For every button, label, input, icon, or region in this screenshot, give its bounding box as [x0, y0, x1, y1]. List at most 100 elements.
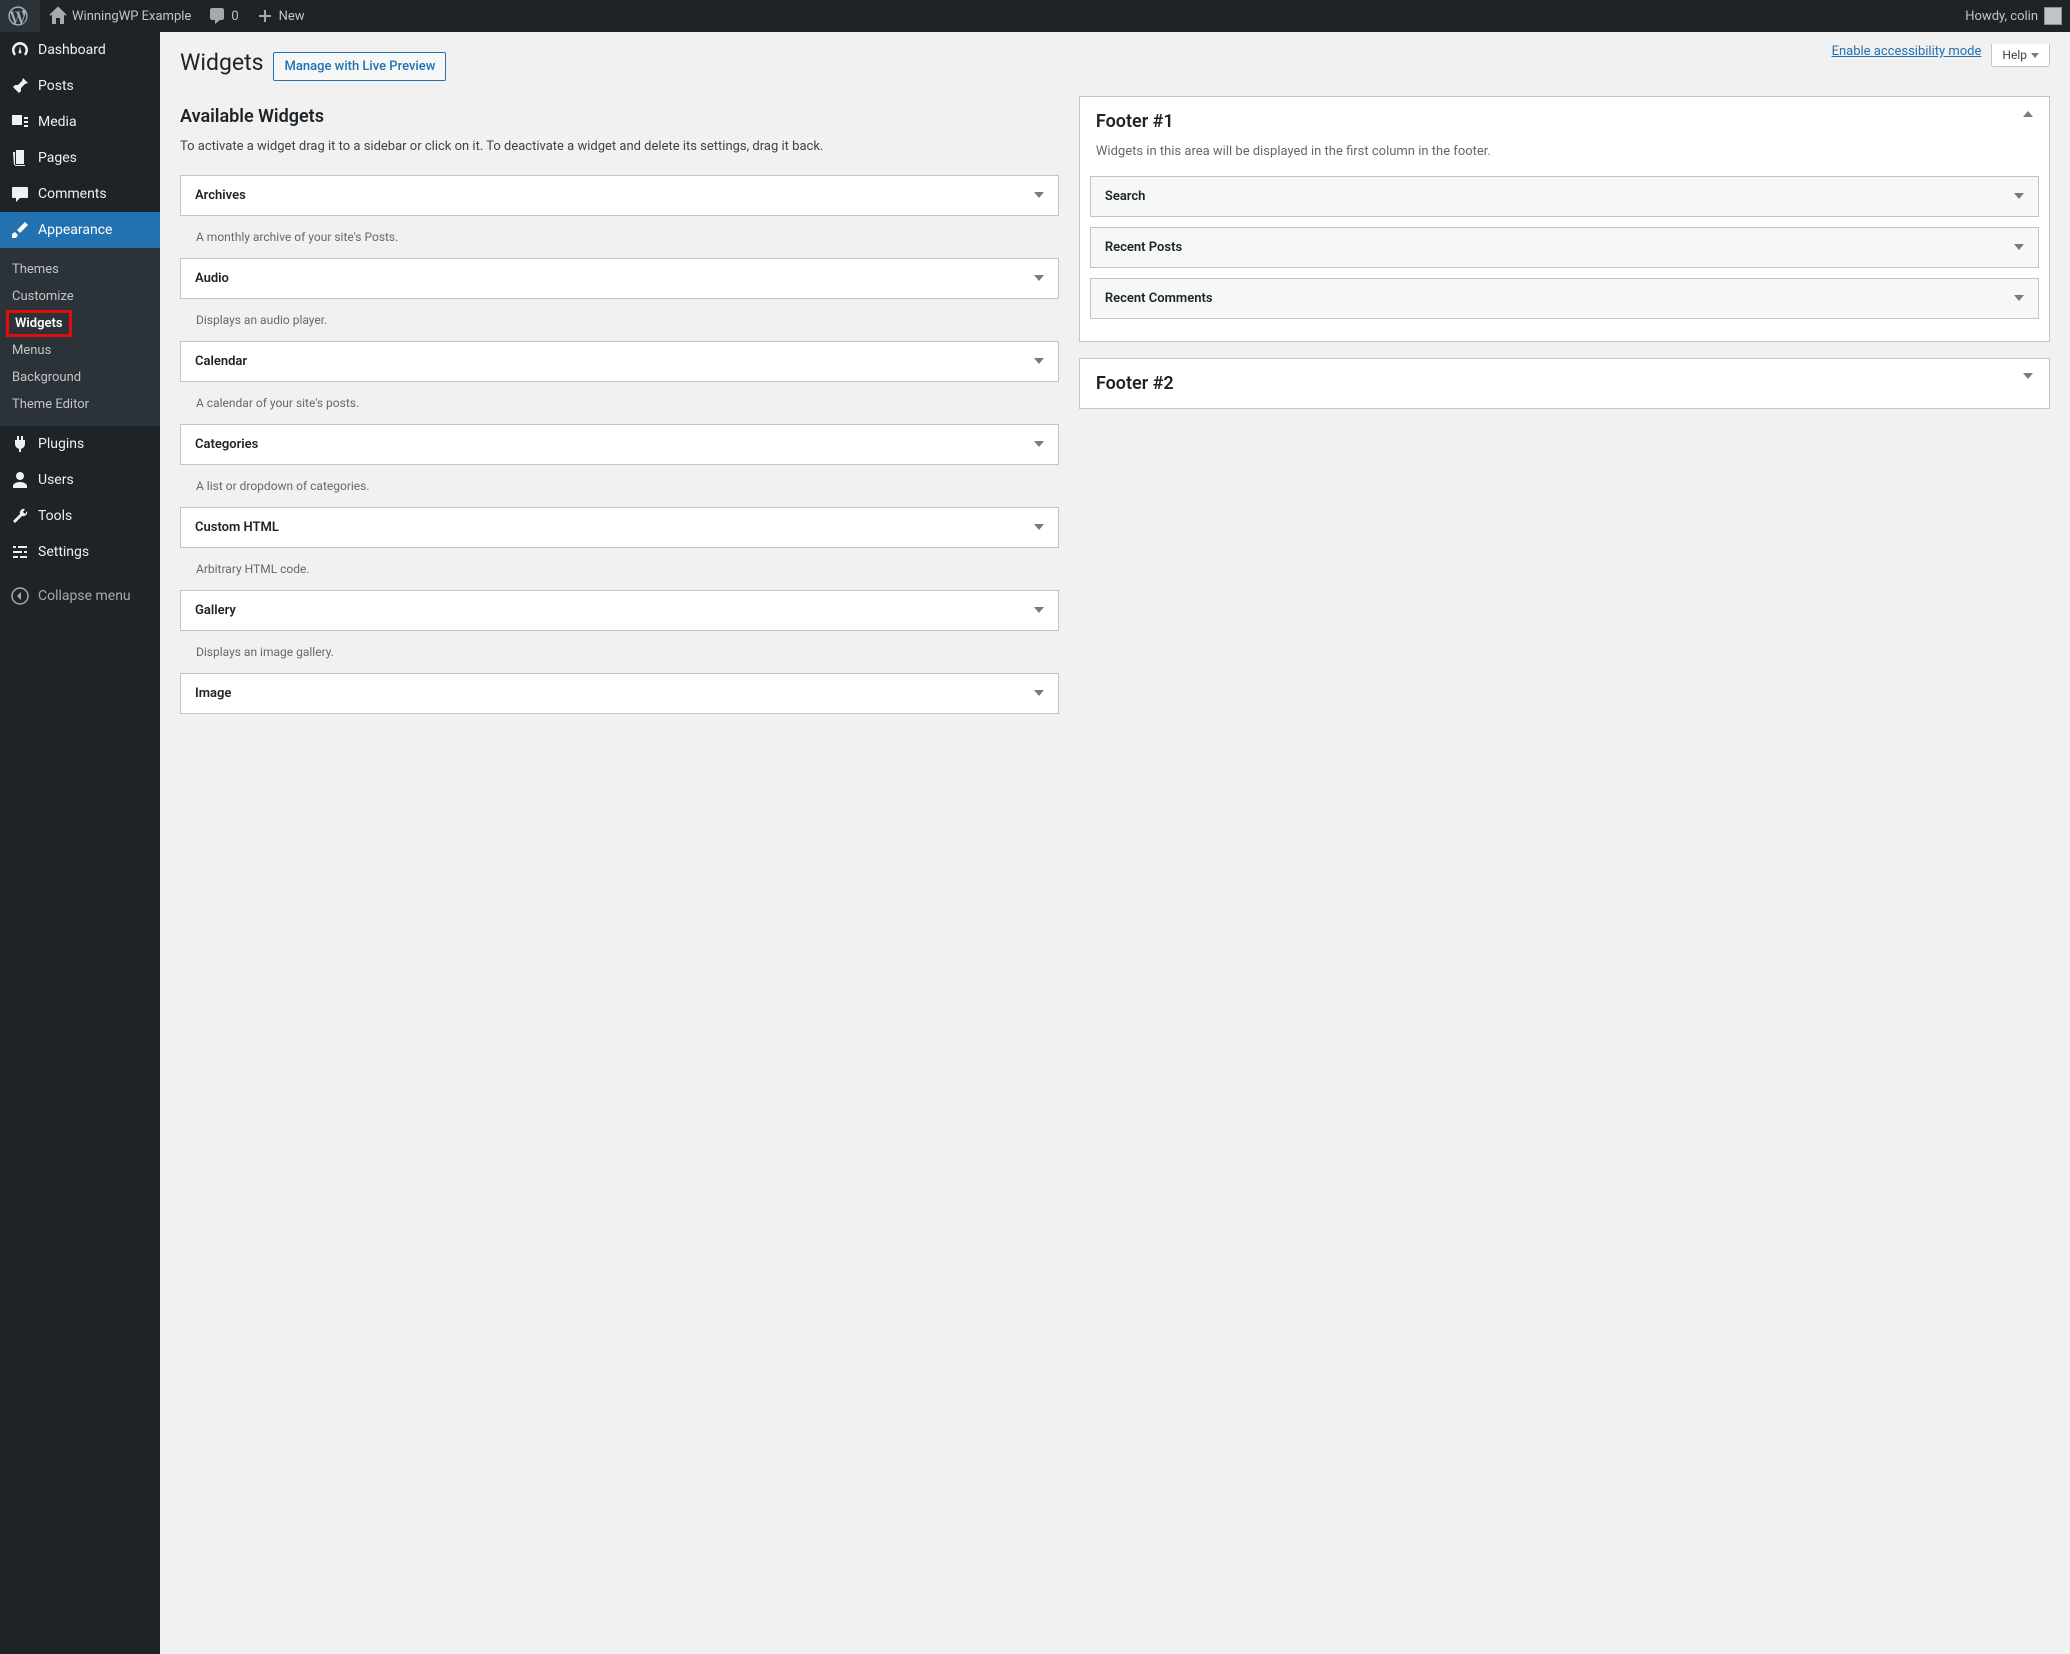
widget-description: Displays an audio player.: [180, 309, 1059, 341]
wrench-icon: [10, 506, 30, 526]
chevron-down-icon: [1034, 358, 1044, 364]
widget-name: Custom HTML: [195, 520, 279, 535]
chevron-down-icon: [2014, 193, 2024, 199]
admin-menu: Dashboard Posts Media Pages Comments App…: [0, 32, 160, 1654]
available-widgets-heading: Available Widgets: [180, 106, 1059, 127]
widget-area: Footer #1 Widgets in this area will be di…: [1079, 96, 2050, 342]
menu-appearance[interactable]: Appearance: [0, 212, 160, 248]
chevron-down-icon: [1034, 441, 1044, 447]
placed-widget-name: Recent Posts: [1105, 240, 1182, 255]
widget-area: Footer #2: [1079, 358, 2050, 409]
sidebar-areas-column: Footer #1 Widgets in this area will be di…: [1079, 96, 2050, 425]
content-wrap: Widgets Manage with Live Preview Enable …: [160, 0, 2070, 744]
collapse-icon: [10, 586, 30, 606]
new-link[interactable]: New: [247, 0, 313, 32]
widget-description: Displays an image gallery.: [180, 641, 1059, 673]
widget-description: A calendar of your site's posts.: [180, 392, 1059, 424]
widget-description: A monthly archive of your site's Posts.: [180, 226, 1059, 258]
widget-name: Audio: [195, 271, 229, 286]
available-widgets-column: Available Widgets To activate a widget d…: [180, 96, 1059, 724]
dashboard-icon: [10, 40, 30, 60]
live-preview-button[interactable]: Manage with Live Preview: [273, 52, 446, 81]
comment-count: 0: [231, 9, 238, 24]
widget-area-body: Search Recent Posts Recent Comments: [1080, 176, 2049, 341]
comments-icon: [10, 184, 30, 204]
widget-description: Arbitrary HTML code.: [180, 558, 1059, 590]
submenu-menus[interactable]: Menus: [0, 337, 160, 364]
media-icon: [10, 112, 30, 132]
available-widget[interactable]: Calendar: [180, 341, 1059, 382]
howdy-text: Howdy, colin: [1965, 9, 2038, 24]
page-title: Widgets: [180, 40, 263, 80]
admin-bar: WinningWP Example 0 New Howdy, colin: [0, 0, 2070, 32]
site-home-link[interactable]: WinningWP Example: [40, 0, 199, 32]
available-widgets-desc: To activate a widget drag it to a sideba…: [180, 137, 1059, 157]
site-title: WinningWP Example: [72, 9, 191, 24]
available-widget[interactable]: Custom HTML: [180, 507, 1059, 548]
placed-widget-name: Recent Comments: [1105, 291, 1213, 306]
widget-name: Calendar: [195, 354, 247, 369]
placed-widget[interactable]: Recent Posts: [1090, 227, 2039, 268]
menu-plugins[interactable]: Plugins: [0, 426, 160, 462]
available-widget[interactable]: Image: [180, 673, 1059, 714]
help-tab[interactable]: Help: [1991, 44, 2050, 67]
chevron-down-icon: [2014, 295, 2024, 301]
plug-icon: [10, 434, 30, 454]
placed-widget-name: Search: [1105, 189, 1146, 204]
pages-icon: [10, 148, 30, 168]
widget-name: Archives: [195, 188, 246, 203]
plus-icon: [255, 6, 275, 26]
chevron-down-icon: [2014, 244, 2024, 250]
new-label: New: [279, 9, 305, 24]
menu-pages[interactable]: Pages: [0, 140, 160, 176]
placed-widget[interactable]: Search: [1090, 176, 2039, 217]
home-icon: [48, 6, 68, 26]
menu-comments[interactable]: Comments: [0, 176, 160, 212]
comment-icon: [207, 6, 227, 26]
chevron-down-icon: [1034, 607, 1044, 613]
chevron-down-icon: [1034, 275, 1044, 281]
available-widget[interactable]: Categories: [180, 424, 1059, 465]
widget-area-title: Footer #2: [1096, 373, 1174, 394]
widget-description: A list or dropdown of categories.: [180, 475, 1059, 507]
widget-area-header[interactable]: Footer #2: [1080, 359, 2049, 408]
comments-link[interactable]: 0: [199, 0, 246, 32]
chevron-down-icon: [1034, 192, 1044, 198]
submenu-widgets[interactable]: Widgets: [6, 310, 72, 337]
submenu-theme-editor[interactable]: Theme Editor: [0, 391, 160, 418]
widget-name: Image: [195, 686, 231, 701]
menu-posts[interactable]: Posts: [0, 68, 160, 104]
chevron-down-icon: [1034, 690, 1044, 696]
chevron-down-icon: [2031, 53, 2039, 58]
menu-tools[interactable]: Tools: [0, 498, 160, 534]
menu-settings[interactable]: Settings: [0, 534, 160, 570]
brush-icon: [10, 220, 30, 240]
placed-widget[interactable]: Recent Comments: [1090, 278, 2039, 319]
widget-area-header[interactable]: Footer #1: [1080, 97, 2049, 138]
widget-area-desc: Widgets in this area will be displayed i…: [1080, 138, 2049, 176]
appearance-submenu: Themes Customize Widgets Menus Backgroun…: [0, 248, 160, 426]
submenu-customize[interactable]: Customize: [0, 283, 160, 310]
menu-media[interactable]: Media: [0, 104, 160, 140]
widget-name: Categories: [195, 437, 258, 452]
chevron-down-icon: [2023, 373, 2033, 379]
wp-logo[interactable]: [0, 0, 40, 32]
account-link[interactable]: Howdy, colin: [1957, 0, 2070, 32]
wordpress-icon: [8, 6, 28, 26]
chevron-up-icon: [2023, 111, 2033, 117]
pin-icon: [10, 76, 30, 96]
accessibility-mode-link[interactable]: Enable accessibility mode: [1832, 44, 1982, 59]
available-widget[interactable]: Audio: [180, 258, 1059, 299]
menu-dashboard[interactable]: Dashboard: [0, 32, 160, 68]
avatar: [2044, 7, 2062, 25]
chevron-down-icon: [1034, 524, 1044, 530]
widget-area-title: Footer #1: [1096, 111, 1174, 132]
available-widget[interactable]: Archives: [180, 175, 1059, 216]
user-icon: [10, 470, 30, 490]
submenu-background[interactable]: Background: [0, 364, 160, 391]
menu-collapse[interactable]: Collapse menu: [0, 578, 160, 614]
menu-users[interactable]: Users: [0, 462, 160, 498]
available-widget[interactable]: Gallery: [180, 590, 1059, 631]
submenu-themes[interactable]: Themes: [0, 256, 160, 283]
widget-name: Gallery: [195, 603, 236, 618]
